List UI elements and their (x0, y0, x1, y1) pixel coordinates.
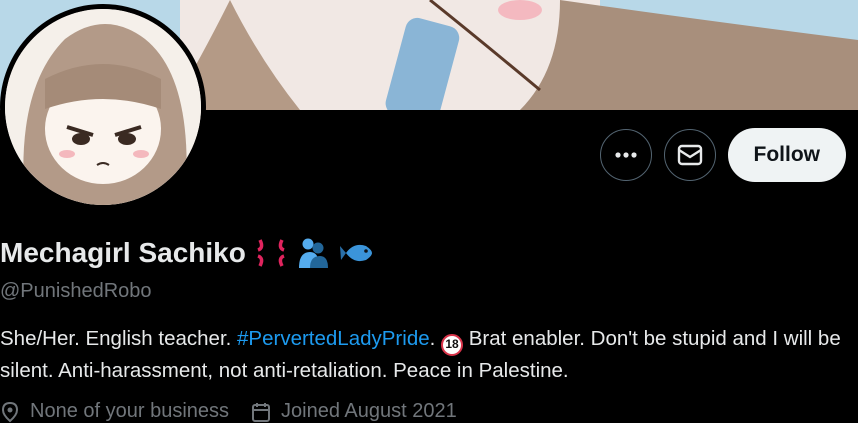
more-options-button[interactable] (599, 129, 652, 181)
display-name-row: Mechagirl Sachiko (0, 236, 376, 270)
display-name: Mechagirl Sachiko (0, 237, 246, 268)
profile-bio: She/Her. English teacher. #PervertedLady… (0, 324, 850, 385)
profile-avatar[interactable] (0, 4, 206, 210)
profile-handle: @PunishedRobo (0, 280, 152, 302)
anger-icon (257, 239, 285, 267)
no-under-18-icon: 18 (441, 333, 464, 356)
hashtag-link[interactable]: #PervertedLadyPride (237, 327, 430, 350)
profile-actions: Follow (599, 128, 846, 182)
message-button[interactable] (663, 129, 716, 181)
calendar-icon (252, 402, 271, 422)
avatar-image (5, 9, 201, 205)
follow-button[interactable]: Follow (727, 128, 846, 182)
envelope-icon (677, 144, 702, 166)
fish-icon (339, 244, 372, 262)
more-icon (614, 152, 637, 158)
bio-text: . (429, 327, 442, 350)
bio-text: She/Her. English teacher. (0, 327, 238, 350)
location-pin-icon (1, 401, 19, 422)
hugging-people-icon (298, 238, 328, 268)
